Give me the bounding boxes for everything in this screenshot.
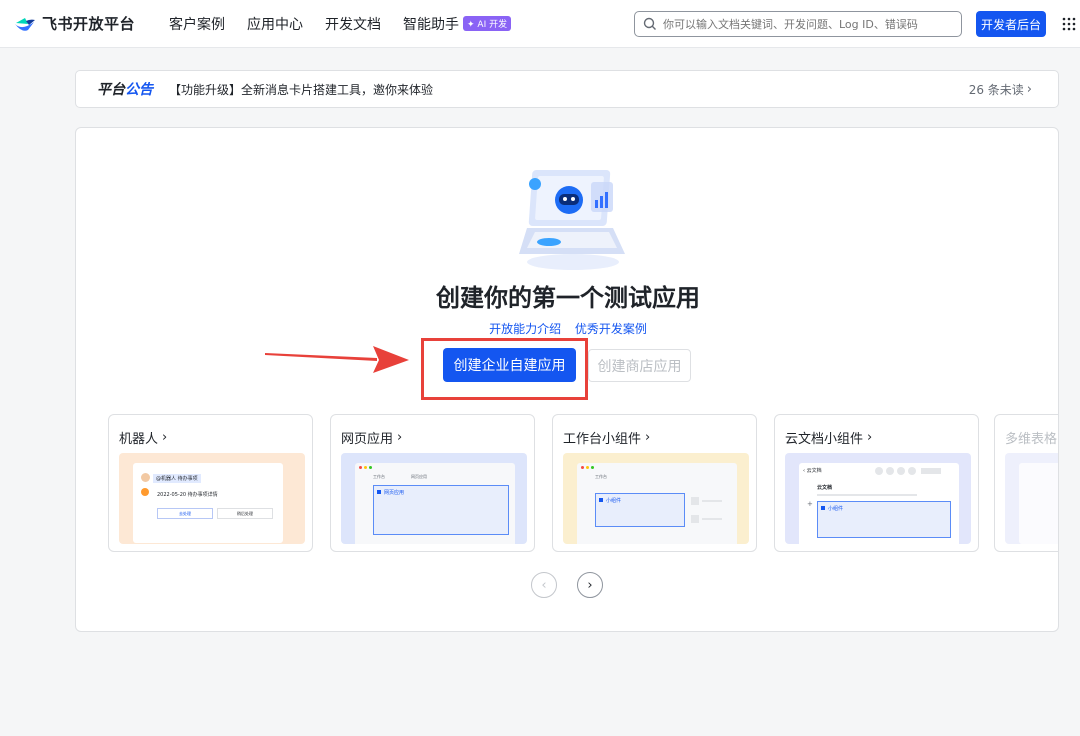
card-workbench-widget[interactable]: 工作台小组件 › 工作台 小组件	[552, 414, 757, 552]
chevron-right-icon: ›	[587, 577, 593, 593]
plus-icon: +	[807, 500, 813, 508]
chevron-right-icon: ›	[1026, 81, 1032, 97]
card-title: 云文档小组件 ›	[785, 430, 873, 447]
nav-menu: 客户案例 应用中心 开发文档 智能助手 ✦ AI 开发	[169, 14, 533, 34]
top-nav: 飞书开放平台 客户案例 应用中心 开发文档 智能助手 ✦ AI 开发 开发者后台	[0, 0, 1080, 48]
card-title: 多维表格	[1005, 432, 1058, 447]
chevron-right-icon: ›	[162, 430, 168, 445]
announcement-bar: 平台公告 【功能升级】全新消息卡片搭建工具，邀你来体验 26 条未读 ›	[75, 70, 1059, 108]
create-store-app-button[interactable]: 创建商店应用	[588, 349, 691, 382]
intro-links: 开放能力介绍 优秀开发案例	[76, 320, 1058, 337]
laptop-robot-illustration	[519, 170, 625, 270]
web-app-preview: 工作台 网页应用 网页应用	[341, 453, 527, 544]
search-icon	[643, 17, 656, 30]
ai-dev-badge: ✦ AI 开发	[463, 16, 512, 31]
bitable-preview	[1005, 453, 1058, 544]
workbench-widget-preview: 工作台 小组件	[563, 453, 749, 544]
chevron-right-icon: ›	[645, 430, 651, 445]
chevron-left-icon: ‹	[541, 577, 547, 593]
announcement-text[interactable]: 【功能升级】全新消息卡片搭建工具，邀你来体验	[169, 81, 433, 98]
search-box[interactable]	[634, 11, 962, 37]
nav-item-app-center[interactable]: 应用中心	[247, 14, 303, 34]
card-title: 机器人 ›	[119, 430, 168, 447]
card-docs-widget[interactable]: 云文档小组件 › ‹ 云文档 云文档 + 小组件	[774, 414, 979, 552]
carousel-next-button[interactable]: ›	[577, 572, 603, 598]
carousel-prev-button[interactable]: ‹	[531, 572, 557, 598]
card-bitable[interactable]: 多维表格	[994, 414, 1058, 552]
robot-preview: @机器人 待办事项 2022-05-20 待办事项详情 去处理 稍后处理	[119, 453, 305, 544]
main-card: 创建你的第一个测试应用 开放能力介绍 优秀开发案例 创建企业自建应用 创建商店应…	[75, 127, 1059, 632]
red-arrow-annotation	[265, 346, 409, 373]
capability-intro-link[interactable]: 开放能力介绍	[489, 322, 561, 336]
nav-item-customer-cases[interactable]: 客户案例	[169, 14, 225, 34]
feishu-logo-icon	[15, 17, 35, 31]
brand[interactable]: 飞书开放平台	[14, 13, 135, 34]
unread-count-link[interactable]: 26 条未读 ›	[969, 81, 1032, 98]
brand-name: 飞书开放平台	[42, 15, 136, 33]
chevron-right-icon: ›	[397, 430, 403, 445]
nav-item-ai-assistant[interactable]: 智能助手 ✦ AI 开发	[403, 14, 512, 34]
docs-widget-preview: ‹ 云文档 云文档 + 小组件	[785, 453, 971, 544]
search-input[interactable]	[663, 17, 953, 31]
announcement-tag: 平台公告	[97, 82, 153, 98]
nav-item-dev-docs[interactable]: 开发文档	[325, 14, 381, 34]
dev-cases-link[interactable]: 优秀开发案例	[575, 322, 647, 336]
card-web-app[interactable]: 网页应用 › 工作台 网页应用 网页应用	[330, 414, 535, 552]
app-grid-icon[interactable]	[1062, 17, 1076, 31]
card-title: 网页应用 ›	[341, 430, 403, 447]
page-title: 创建你的第一个测试应用	[436, 284, 700, 312]
create-enterprise-app-button[interactable]: 创建企业自建应用	[443, 348, 576, 382]
card-title: 工作台小组件 ›	[563, 430, 651, 447]
developer-console-button[interactable]: 开发者后台	[976, 11, 1046, 37]
bot-avatar	[141, 488, 149, 496]
card-robot[interactable]: 机器人 › @机器人 待办事项 2022-05-20 待办事项详情 去处理 稍后处…	[108, 414, 313, 552]
avatar	[141, 473, 150, 482]
chevron-right-icon: ›	[867, 430, 873, 445]
